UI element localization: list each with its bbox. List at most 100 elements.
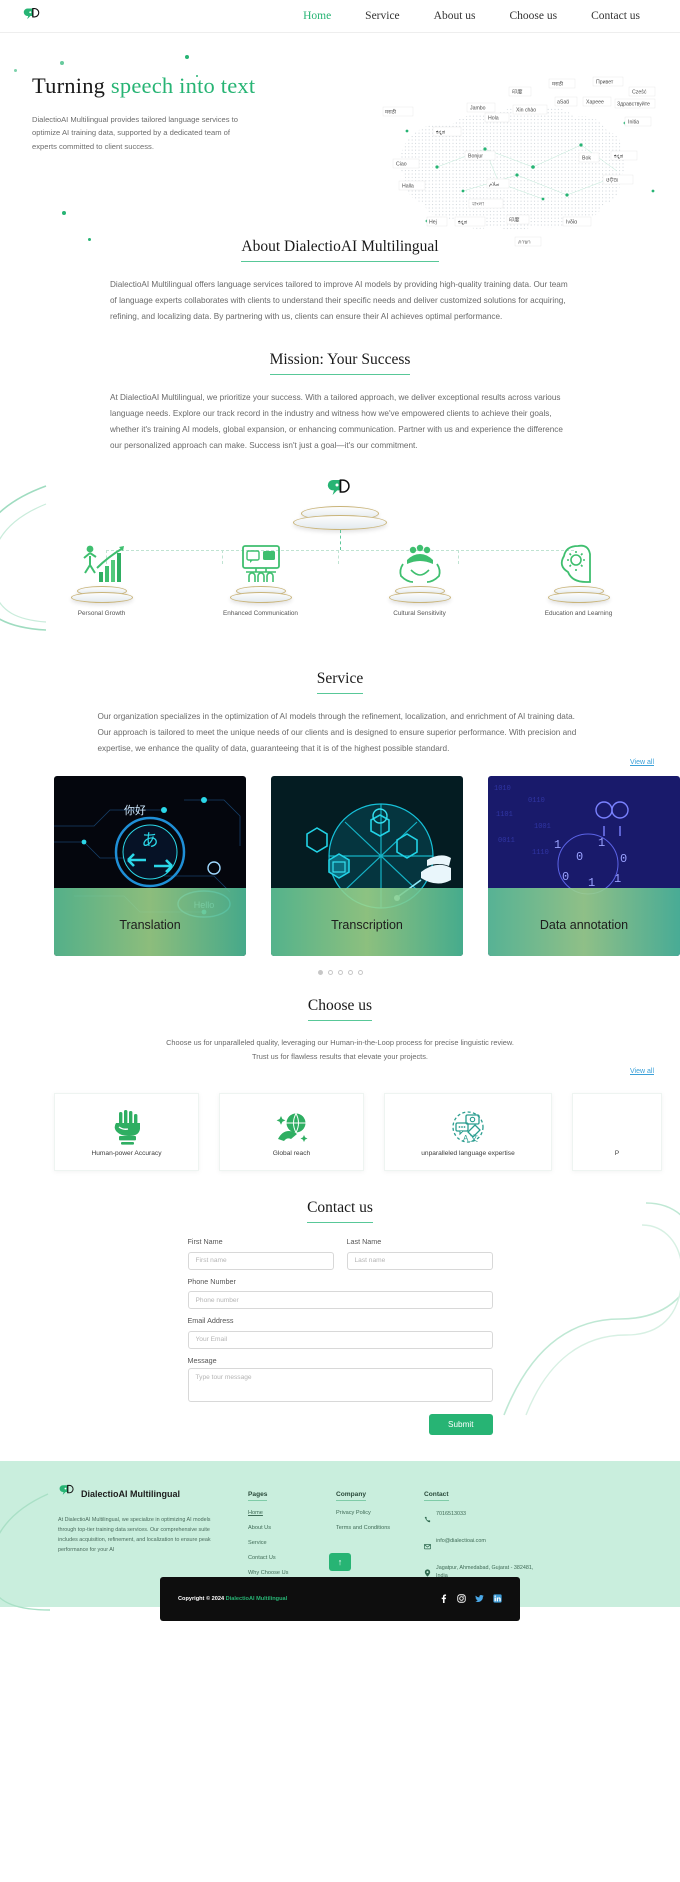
svg-text:aSaŭ: aSaŭ [557,100,569,106]
message-label: Message [187,1355,217,1365]
svg-text:ಕನ್ನಡ: ಕನ್ನಡ [458,220,468,226]
feature-card-language-expertise[interactable]: A 文 unparalleled language expertise [384,1093,552,1172]
service-card-translation[interactable]: あ 你好 Hello Translation [54,775,246,956]
decorative-dot [60,61,64,65]
svg-text:1: 1 [614,872,621,886]
footer-link-about-us[interactable]: About Us [248,1525,336,1531]
svg-text:Ciao: Ciao [396,162,407,168]
feature-card-global-reach[interactable]: Global reach [219,1093,364,1172]
svg-text:1: 1 [554,838,561,852]
footer-brand: DialectioAI Multilingual At DialectioAI … [58,1483,248,1582]
choose-us-paragraph: Choose us for unparalleled quality, leve… [166,1037,514,1061]
footer-brand-row[interactable]: DialectioAI Multilingual [58,1483,248,1506]
nav-link-about-us[interactable]: About us [434,10,476,22]
scroll-to-top-button[interactable]: ↑ [329,1552,351,1571]
message-group: Message [187,1355,493,1407]
nav-link-service[interactable]: Service [365,10,399,22]
nav-link-choose-us[interactable]: Choose us [510,10,558,22]
footer-link-terms-and-conditions[interactable]: Terms and Conditions [336,1525,424,1531]
footer-link-privacy-policy[interactable]: Privacy Policy [336,1510,424,1516]
carousel-dot[interactable] [337,969,343,975]
service-card-transcription[interactable]: Transcription [271,775,463,956]
feature-card-label: Global reach [272,1149,311,1157]
svg-text:ภาษา: ภาษา [518,240,531,246]
decorative-dot [88,238,91,241]
social-links [439,1590,502,1608]
mail-icon [424,1537,431,1555]
first-name-group: First Name [187,1237,334,1270]
nav-links: Home Service About us Choose us Contact … [303,10,658,22]
pillar-cultural-sensitivity[interactable]: Cultural Sensitivity [365,534,475,617]
svg-text:मराठी: मराठी [552,81,564,88]
carousel-dot[interactable] [357,969,363,975]
svg-text:Czeŝć: Czeŝć [632,90,647,96]
globe-hand-icon [275,1108,309,1146]
pillar-enhanced-communication[interactable]: Enhanced Communication [206,534,316,617]
footer-link-home[interactable]: Home [248,1510,336,1516]
message-input[interactable] [187,1367,493,1402]
mission-section: Mission: Your Success At DialectioAI Mul… [0,351,680,662]
email-input[interactable] [187,1330,493,1349]
contact-heading-wrap: Contact us [0,1199,680,1224]
svg-text:1001: 1001 [534,823,551,831]
facebook-icon[interactable] [439,1590,448,1608]
svg-text:0: 0 [576,850,583,864]
decorative-dot [14,69,17,72]
phone-input[interactable] [187,1291,493,1310]
carousel-dot[interactable] [327,969,333,975]
footer-decorative-swirl [0,1492,54,1617]
last-name-group: Last Name [346,1237,493,1270]
copyright-text: Copyright © 2024 DialectioAI Multilingua… [178,1596,287,1602]
footer-link-why-choose-us[interactable]: Why Choose Us [248,1570,336,1576]
last-name-input[interactable] [346,1251,493,1270]
brand-logo[interactable] [22,6,42,26]
svg-text:Bok: Bok [582,156,591,162]
decorative-dot [62,211,66,215]
service-cards-carousel[interactable]: あ 你好 Hello Translation [0,775,680,956]
first-name-label: First Name [187,1237,223,1247]
instagram-icon[interactable] [457,1590,466,1608]
footer-email-row[interactable]: info@dialectioai.com [424,1537,544,1555]
svg-text:Halla: Halla [402,184,414,190]
feature-card-label: Human-power Accuracy [91,1149,162,1157]
svg-text:Ινδία: Ινδία [566,220,577,226]
service-paragraph: Our organization specializes in the opti… [97,711,577,753]
submit-button[interactable]: Submit [429,1413,493,1435]
pillar-personal-growth[interactable]: Personal Growth [47,534,157,617]
arrow-up-icon: ↑ [337,1556,343,1567]
central-pedestal [292,476,388,530]
pedestal-disc-bottom [293,514,387,530]
site-footer: DialectioAI Multilingual At DialectioAI … [0,1460,680,1621]
feature-card-human-power-accuracy[interactable]: Human-power Accuracy [54,1093,199,1172]
footer-link-contact-us[interactable]: Contact Us [248,1555,336,1561]
service-card-data-annotation[interactable]: 10100110 11011001 00111110 10 10 01 1 [488,775,680,956]
carousel-dot[interactable] [347,969,353,975]
svg-text:Jambo: Jambo [470,106,486,112]
svg-text:Initia: Initia [628,120,639,126]
hero-title-accent: speech into text [110,73,256,98]
pillar-education-and-learning[interactable]: Education and Learning [524,534,634,617]
footer-phone-row[interactable]: 7016513033 [424,1510,544,1528]
phone-label: Phone Number [187,1276,236,1286]
choose-us-section: Choose us Choose us for unparalleled qua… [0,997,680,1172]
carousel-dot[interactable] [317,969,323,975]
first-name-input[interactable] [187,1251,334,1270]
name-row: First Name Last Name [187,1237,493,1277]
hands-people-icon [365,534,475,586]
twitter-icon[interactable] [475,1590,484,1608]
footer-contact-column: Contact 7016513033 info@dialectioai.com … [424,1483,544,1582]
footer-logo-icon [58,1483,76,1506]
footer-link-service[interactable]: Service [248,1540,336,1546]
service-view-all-link[interactable]: View all [0,759,680,766]
about-paragraph: DialectioAI Multilingual offers language… [110,280,568,321]
choose-us-title: Choose us [307,997,373,1021]
linkedin-icon[interactable] [493,1590,502,1608]
nav-link-contact-us[interactable]: Contact us [591,10,640,22]
service-heading-wrap: Service [0,670,680,694]
svg-text:1110: 1110 [532,849,549,857]
choose-us-view-all-link[interactable]: View all [0,1068,680,1075]
nav-link-home[interactable]: Home [303,10,331,22]
carousel-dots[interactable] [0,969,680,975]
choose-us-heading-wrap: Choose us [0,997,680,1021]
feature-card-partial[interactable]: P [572,1093,662,1172]
